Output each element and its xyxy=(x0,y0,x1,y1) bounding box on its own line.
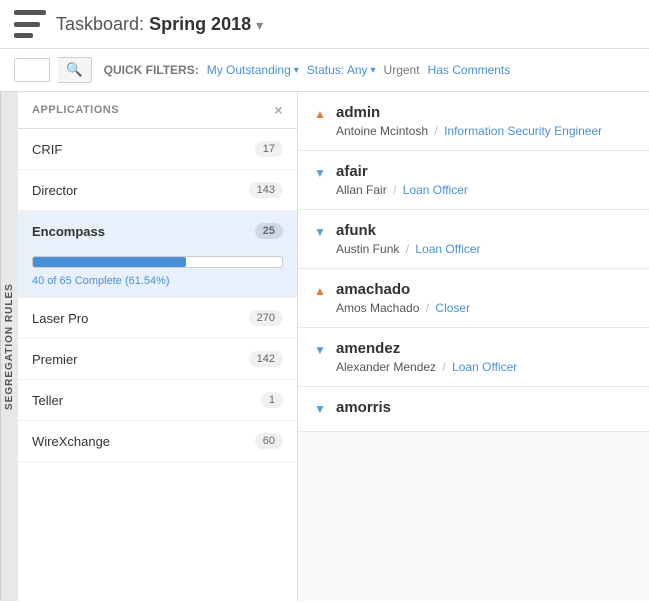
progress-bar-fill xyxy=(33,257,186,267)
title-prefix: Taskboard: xyxy=(56,14,149,34)
user-detail: Allan Fair / Loan Officer xyxy=(336,183,468,197)
user-detail: Alexander Mendez / Loan Officer xyxy=(336,360,517,374)
app-name-crif: CRIF xyxy=(32,142,62,157)
app-badge-wirexchange: 60 xyxy=(255,433,283,449)
app-badge-laserpro: 270 xyxy=(249,310,283,326)
app-name-teller: Teller xyxy=(32,393,63,408)
user-name: Amos Machado xyxy=(336,301,419,315)
apps-panel-header: APPLICATIONS × xyxy=(18,92,297,129)
username: amachado xyxy=(336,281,470,298)
user-detail: Antoine Mcintosh / Information Security … xyxy=(336,124,602,138)
username: amorris xyxy=(336,399,391,416)
has-comments-filter[interactable]: Has Comments xyxy=(428,63,511,77)
apps-panel: APPLICATIONS × CRIF 17 Director 143 Enco… xyxy=(18,92,298,601)
chevron-down-icon: ▼ xyxy=(314,343,326,357)
table-row[interactable]: ▲ amachado Amos Machado / Closer xyxy=(298,269,649,328)
table-row[interactable]: ▼ afair Allan Fair / Loan Officer xyxy=(298,151,649,210)
progress-area: 40 of 65 Complete (61.54%) xyxy=(18,252,297,298)
app-badge-encompass: 25 xyxy=(255,223,283,239)
app-badge-director: 143 xyxy=(249,182,283,198)
user-name: Austin Funk xyxy=(336,242,399,256)
my-outstanding-arrow: ▾ xyxy=(294,65,299,76)
search-button[interactable]: 🔍 xyxy=(58,57,92,83)
app-item-crif[interactable]: CRIF 17 xyxy=(18,129,297,170)
page-title: Taskboard: Spring 2018 ▾ xyxy=(56,14,263,35)
quick-filters-label: QUICK FILTERS: xyxy=(104,63,199,77)
search-input[interactable] xyxy=(14,58,50,82)
title-dropdown-arrow[interactable]: ▾ xyxy=(256,17,263,33)
app-item-premier[interactable]: Premier 142 xyxy=(18,339,297,380)
username: amendez xyxy=(336,340,517,357)
user-info: amachado Amos Machado / Closer xyxy=(336,281,470,315)
user-info: afunk Austin Funk / Loan Officer xyxy=(336,222,481,256)
user-detail: Austin Funk / Loan Officer xyxy=(336,242,481,256)
app-name-encompass: Encompass xyxy=(32,224,105,239)
user-role: Closer xyxy=(435,301,470,315)
chevron-up-icon: ▲ xyxy=(314,284,326,298)
user-name: Allan Fair xyxy=(336,183,387,197)
chevron-down-icon: ▼ xyxy=(314,225,326,239)
app-item-wirexchange[interactable]: WireXchange 60 xyxy=(18,421,297,462)
app-name-premier: Premier xyxy=(32,352,78,367)
urgent-filter[interactable]: Urgent xyxy=(384,63,420,77)
segregation-rules-label: SEGREGATION RULES xyxy=(0,92,18,601)
user-name: Alexander Mendez xyxy=(336,360,436,374)
table-row[interactable]: ▼ afunk Austin Funk / Loan Officer xyxy=(298,210,649,269)
progress-bar-bg xyxy=(32,256,283,268)
toolbar: 🔍 QUICK FILTERS: My Outstanding ▾ Status… xyxy=(0,49,649,92)
user-info: admin Antoine Mcintosh / Information Sec… xyxy=(336,104,602,138)
app-item-teller[interactable]: Teller 1 xyxy=(18,380,297,421)
username: afair xyxy=(336,163,468,180)
chevron-down-icon: ▼ xyxy=(314,166,326,180)
user-role: Loan Officer xyxy=(452,360,517,374)
user-name: Antoine Mcintosh xyxy=(336,124,428,138)
chevron-down-icon: ▼ xyxy=(314,402,326,416)
title-name: Spring 2018 xyxy=(149,14,251,34)
header: Taskboard: Spring 2018 ▾ xyxy=(0,0,649,49)
app-badge-teller: 1 xyxy=(261,392,283,408)
taskboard-icon xyxy=(14,10,46,38)
my-outstanding-filter[interactable]: My Outstanding ▾ xyxy=(207,63,299,77)
table-row[interactable]: ▼ amorris xyxy=(298,387,649,432)
chevron-up-icon: ▲ xyxy=(314,107,326,121)
status-any-filter[interactable]: Status: Any ▾ xyxy=(307,63,376,77)
user-role: Loan Officer xyxy=(415,242,480,256)
app-name-director: Director xyxy=(32,183,78,198)
app-item-laserpro[interactable]: Laser Pro 270 xyxy=(18,298,297,339)
status-arrow: ▾ xyxy=(371,65,376,76)
user-role: Loan Officer xyxy=(403,183,468,197)
app-name-laserpro: Laser Pro xyxy=(32,311,88,326)
app-badge-crif: 17 xyxy=(255,141,283,157)
app-name-wirexchange: WireXchange xyxy=(32,434,110,449)
user-info: afair Allan Fair / Loan Officer xyxy=(336,163,468,197)
user-role: Information Security Engineer xyxy=(444,124,602,138)
app-item-director[interactable]: Director 143 xyxy=(18,170,297,211)
content-area: ▲ admin Antoine Mcintosh / Information S… xyxy=(298,92,649,601)
table-row[interactable]: ▲ admin Antoine Mcintosh / Information S… xyxy=(298,92,649,151)
table-row[interactable]: ▼ amendez Alexander Mendez / Loan Office… xyxy=(298,328,649,387)
username: afunk xyxy=(336,222,481,239)
app-item-encompass[interactable]: Encompass 25 xyxy=(18,211,297,252)
username: admin xyxy=(336,104,602,121)
user-detail: Amos Machado / Closer xyxy=(336,301,470,315)
user-info: amorris xyxy=(336,399,391,419)
main-layout: SEGREGATION RULES APPLICATIONS × CRIF 17… xyxy=(0,92,649,601)
user-info: amendez Alexander Mendez / Loan Officer xyxy=(336,340,517,374)
apps-panel-title: APPLICATIONS xyxy=(32,104,119,116)
app-badge-premier: 142 xyxy=(249,351,283,367)
apps-panel-close[interactable]: × xyxy=(274,102,283,118)
progress-text: 40 of 65 Complete (61.54%) xyxy=(32,275,170,287)
